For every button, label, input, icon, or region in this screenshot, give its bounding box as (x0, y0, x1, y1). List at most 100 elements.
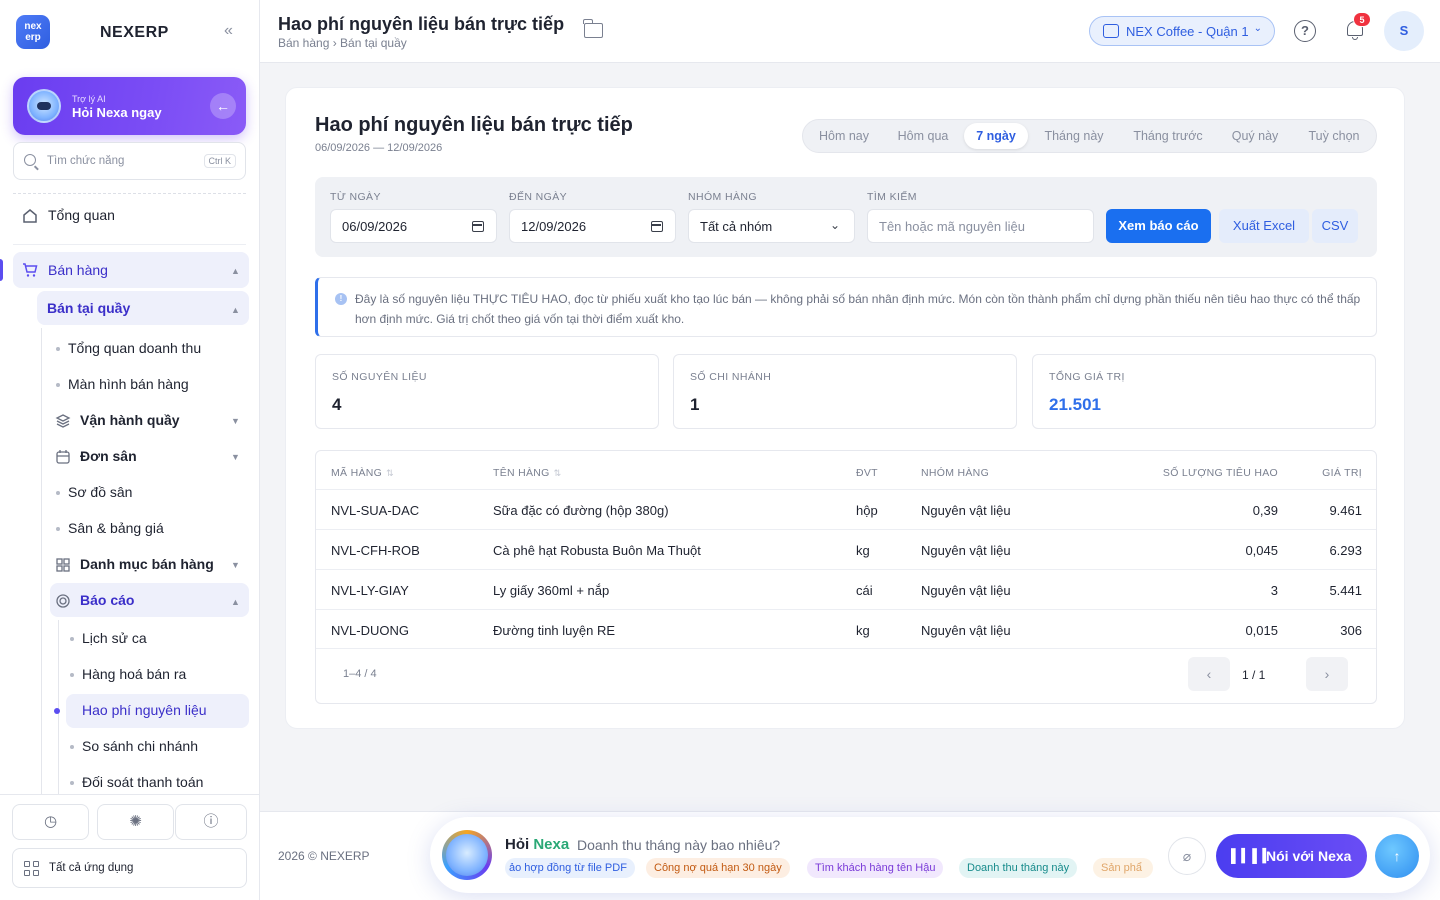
stat-label: Số chi nhánh (690, 371, 772, 383)
bullet (70, 637, 74, 641)
shortcut-badge: Ctrl K (203, 154, 236, 168)
from-date-value: 06/09/2026 (342, 219, 408, 234)
group-value: Tất cả nhóm (700, 219, 773, 234)
sort-icon: ⇅ (386, 468, 394, 478)
ai-assistant-card[interactable]: Trợ lý AI Hỏi Nexa ngay ← (13, 77, 246, 135)
export-csv-button[interactable]: CSV (1312, 209, 1358, 243)
history-icon: ◷ (43, 813, 58, 830)
avatar[interactable]: S (1384, 11, 1424, 51)
sidebar-item-label: Danh mục bán hàng (80, 556, 214, 572)
tab-this-quarter[interactable]: Quý này (1223, 123, 1287, 149)
tab-today[interactable]: Hôm nay (811, 123, 877, 149)
stat-value: 4 (332, 395, 342, 414)
search-label: Tìm kiếm (867, 191, 917, 203)
debug-button[interactable]: ✺ (97, 804, 174, 840)
alert-icon: ⓘ (203, 813, 219, 830)
sidebar-item-label: Đối soát thanh toán (82, 774, 204, 790)
sidebar-item-label: Lịch sử ca (82, 630, 147, 646)
to-date-input[interactable]: 12/09/2026 (509, 209, 676, 243)
suggestion-chip[interactable]: Tìm khách hàng tên Hậu (807, 858, 944, 878)
sidebar-item-label: So sánh chi nhánh (82, 738, 198, 754)
table-row[interactable]: NVL-DUONG Đường tinh luyện RE kg Nguyên … (316, 609, 1376, 649)
active-indicator (0, 259, 3, 281)
from-date-input[interactable]: 06/09/2026 (330, 209, 497, 243)
tree-line (58, 620, 59, 794)
cell-qty: 3 (1270, 583, 1278, 598)
column-header-value: Giá trị (1322, 467, 1362, 479)
branch-selector[interactable]: NEX Coffee - Quận 1 ⌄ (1089, 16, 1275, 46)
chevron-up-icon: ▲ (231, 266, 240, 276)
breadcrumb[interactable]: Bán hàng › Bán tại quầy (278, 36, 407, 50)
column-header-qty: Số lượng tiêu hao (1162, 467, 1278, 479)
calendar-icon[interactable] (472, 221, 484, 232)
chevron-up-icon: ▲ (231, 305, 240, 315)
suggestion-chip[interactable]: Sản phẩ (1093, 858, 1153, 878)
tab-yesterday[interactable]: Hôm qua (888, 123, 958, 149)
sidebar-item-label: Hàng hoá bán ra (82, 666, 187, 682)
collapse-sidebar-icon[interactable]: « (224, 22, 233, 40)
group-select[interactable]: Tất cả nhóm ⌄ (688, 209, 855, 243)
view-report-button[interactable]: Xem báo cáo (1106, 209, 1211, 243)
alert-button[interactable]: ⓘ (175, 804, 247, 840)
info-text: Đây là số nguyên liệu THỰC TIÊU HAO, đọc… (355, 292, 1361, 326)
report-date-range: 06/09/2026 — 12/09/2026 (315, 142, 443, 154)
cell-code: NVL-CFH-ROB (331, 543, 420, 558)
tab-7-days[interactable]: 7 ngày (964, 123, 1028, 149)
waste-table: Mã hàng ⇅ Tên hàng ⇅ ĐVT Nhóm hàng Số lượn… (315, 450, 1377, 704)
prev-page-button[interactable]: ‹ (1188, 657, 1230, 691)
table-row[interactable]: NVL-LY-GIAY Ly giấy 360ml + nắp cái Nguy… (316, 569, 1376, 609)
page-title: Hao phí nguyên liệu bán trực tiếp (278, 14, 565, 34)
bullet (56, 347, 60, 351)
suggestion-chip[interactable]: Doanh thu tháng này (959, 858, 1078, 878)
nexa-question-input[interactable]: Doanh thu tháng này bao nhiêu? (577, 837, 780, 853)
tab-last-month[interactable]: Tháng trước (1123, 123, 1213, 149)
feature-search-input[interactable]: Tìm chức năng Ctrl K (13, 142, 246, 180)
suggestion-chip[interactable]: ảo hợp đồng từ file PDF (505, 858, 635, 878)
to-date-value: 12/09/2026 (521, 219, 587, 234)
sidebar-item-label: Bán hàng (48, 262, 108, 278)
bullet (70, 673, 74, 677)
all-apps-label: Tất cả ứng dụng (49, 862, 134, 874)
search-placeholder: Tìm chức năng (47, 155, 125, 167)
page-indicator: 1 / 1 (1242, 668, 1266, 682)
send-icon[interactable]: ↑ (1375, 834, 1419, 878)
bullet (70, 781, 74, 785)
cell-code: NVL-SUA-DAC (331, 503, 420, 518)
brand[interactable]: nex erp (16, 15, 50, 49)
sidebar: nex erp NEXERP « Trợ lý AI Hỏi Nexa ngay… (0, 0, 260, 900)
cell-qty: 0,045 (1245, 543, 1278, 558)
talk-to-nexa-button[interactable]: ▌▍▌▍ Nói với Nexa (1216, 834, 1367, 878)
nexa-avatar-icon (442, 830, 492, 880)
arrow-left-icon[interactable]: ← (210, 93, 236, 119)
bullet (56, 491, 60, 495)
sidebar-item-label: Vận hành quầy (80, 412, 180, 428)
help-icon[interactable]: ? (1294, 20, 1316, 42)
calendar-icon[interactable] (651, 221, 663, 232)
branch-label: NEX Coffee - Quận 1 (1126, 24, 1249, 39)
cell-unit: kg (856, 623, 870, 638)
sidebar-item-label: Màn hình bán hàng (68, 376, 189, 392)
column-header-code[interactable]: Mã hàng ⇅ (331, 467, 394, 479)
folder-icon[interactable] (583, 19, 603, 38)
material-search-input[interactable]: Tên hoặc mã nguyên liệu (867, 209, 1094, 243)
column-header-name[interactable]: Tên hàng ⇅ (493, 467, 562, 479)
history-button[interactable]: ◷ (12, 804, 89, 840)
tab-this-month[interactable]: Tháng này (1036, 123, 1112, 149)
stat-label: Tổng giá trị (1049, 371, 1125, 383)
table-row[interactable]: NVL-CFH-ROB Cà phê hạt Robusta Buôn Ma T… (316, 529, 1376, 569)
stat-label: Số nguyên liệu (332, 371, 427, 383)
grid-icon (56, 558, 70, 572)
export-excel-button[interactable]: Xuất Excel (1219, 209, 1309, 243)
table-row[interactable]: NVL-SUA-DAC Sữa đặc có đường (hộp 380g) … (316, 489, 1376, 529)
notification-badge: 5 (1353, 12, 1371, 27)
suggestion-chip[interactable]: Công nợ quá hạn 30 ngày (646, 858, 790, 878)
store-icon (1103, 24, 1119, 38)
tab-custom[interactable]: Tuỳ chọn (1299, 123, 1369, 149)
next-page-button[interactable]: › (1306, 657, 1348, 691)
cell-value: 9.461 (1329, 503, 1362, 518)
sidebar-item-label: Đơn sân (80, 448, 137, 464)
bug-icon: ✺ (129, 813, 142, 830)
home-icon (23, 209, 37, 223)
attach-icon[interactable]: ⌀ (1168, 837, 1206, 875)
all-apps-button[interactable]: Tất cả ứng dụng (12, 848, 247, 888)
